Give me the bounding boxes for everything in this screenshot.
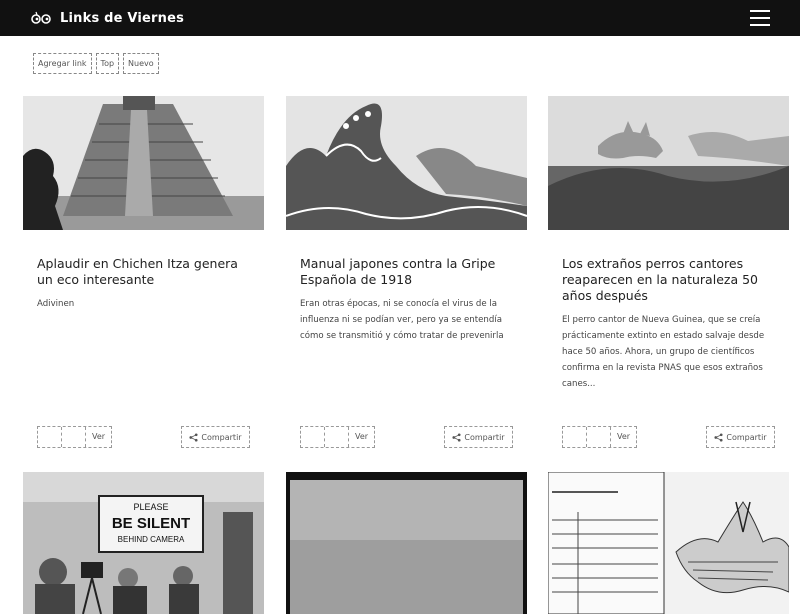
upvote-button[interactable] bbox=[563, 427, 587, 447]
card-thumbnail[interactable] bbox=[548, 96, 789, 230]
card-thumbnail[interactable]: PLEASE BE SILENT BEHIND CAMERA bbox=[23, 472, 264, 614]
share-button[interactable]: Compartir bbox=[181, 426, 250, 448]
vote-group: Ver bbox=[300, 426, 375, 448]
link-card: Los extraños perros cantores reaparecen … bbox=[548, 96, 789, 456]
card-description: Eran otras épocas, ni se conocía el viru… bbox=[300, 299, 504, 341]
link-card: Aplaudir en Chichen Itza genera un eco i… bbox=[23, 96, 264, 456]
filter-bar: Agregar link Top Nuevo bbox=[33, 53, 159, 74]
share-label: Compartir bbox=[726, 432, 767, 442]
view-button[interactable]: Ver bbox=[349, 427, 374, 447]
card-description: El perro cantor de Nueva Guinea, que se … bbox=[562, 315, 765, 389]
share-icon bbox=[714, 432, 723, 442]
card-thumbnail[interactable] bbox=[548, 472, 789, 614]
app-title: Links de Viernes bbox=[60, 10, 185, 26]
link-card: PLEASE BE SILENT BEHIND CAMERA bbox=[23, 472, 264, 614]
share-label: Compartir bbox=[464, 432, 505, 442]
hamburger-menu-icon[interactable] bbox=[750, 10, 770, 26]
new-filter-button[interactable]: Nuevo bbox=[123, 53, 159, 74]
upvote-button[interactable] bbox=[38, 427, 62, 447]
share-button[interactable]: Compartir bbox=[444, 426, 513, 448]
card-description: Adivinen bbox=[37, 299, 75, 309]
eyes-logo-icon bbox=[31, 11, 51, 24]
sign-line-behind-camera: BEHIND CAMERA bbox=[118, 535, 185, 544]
top-filter-button[interactable]: Top bbox=[95, 53, 120, 74]
card-thumbnail[interactable] bbox=[286, 96, 527, 230]
card-title[interactable]: Aplaudir en Chichen Itza genera un eco i… bbox=[37, 256, 250, 288]
card-title[interactable]: Manual japones contra la Gripe Española … bbox=[300, 256, 513, 288]
share-icon bbox=[189, 432, 198, 442]
share-icon bbox=[452, 432, 461, 442]
card-thumbnail[interactable] bbox=[286, 472, 527, 614]
share-label: Compartir bbox=[201, 432, 242, 442]
view-button[interactable]: Ver bbox=[611, 427, 636, 447]
link-card bbox=[548, 472, 789, 614]
card-thumbnail[interactable] bbox=[23, 96, 264, 230]
card-actions: Ver Compartir bbox=[300, 426, 513, 448]
top-bar: Links de Viernes bbox=[0, 0, 800, 36]
sign-line-please: PLEASE bbox=[133, 502, 168, 512]
add-link-button[interactable]: Agregar link bbox=[33, 53, 92, 74]
view-button[interactable]: Ver bbox=[86, 427, 111, 447]
card-actions: Ver Compartir bbox=[37, 426, 250, 448]
brand[interactable]: Links de Viernes bbox=[30, 11, 184, 26]
upvote-button[interactable] bbox=[301, 427, 325, 447]
card-title[interactable]: Los extraños perros cantores reaparecen … bbox=[562, 256, 775, 304]
downvote-button[interactable] bbox=[62, 427, 86, 447]
link-card: Manual japones contra la Gripe Española … bbox=[286, 96, 527, 456]
vote-group: Ver bbox=[562, 426, 637, 448]
card-actions: Ver Compartir bbox=[562, 426, 775, 448]
vote-group: Ver bbox=[37, 426, 112, 448]
sign-line-be-silent: BE SILENT bbox=[112, 515, 190, 532]
downvote-button[interactable] bbox=[587, 427, 611, 447]
share-button[interactable]: Compartir bbox=[706, 426, 775, 448]
downvote-button[interactable] bbox=[325, 427, 349, 447]
link-card bbox=[286, 472, 527, 614]
